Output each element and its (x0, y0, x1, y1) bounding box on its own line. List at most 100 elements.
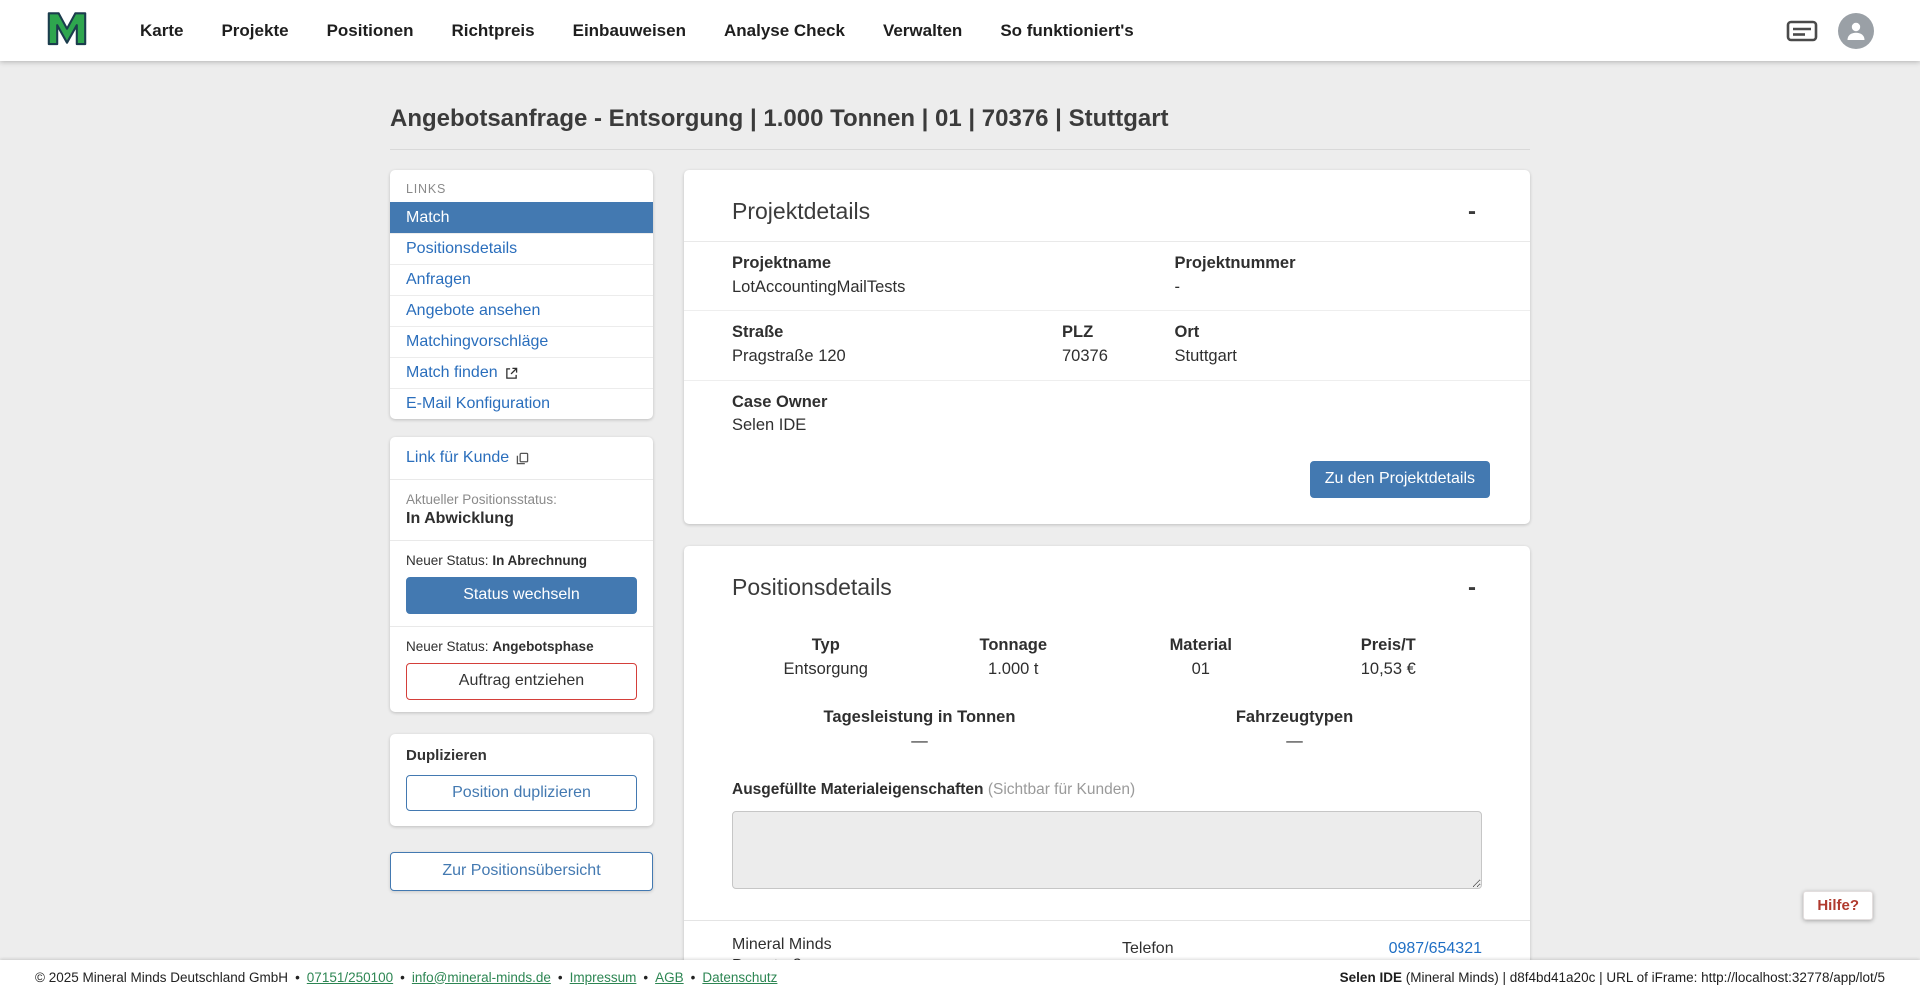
contact-address: Mineral Minds Pragstraße 70376 Stuttgart (732, 935, 1122, 960)
nav-so-funktionierts[interactable]: So funktioniert's (1000, 21, 1133, 41)
main-column: Projektdetails - Projektname LotAccounti… (684, 170, 1530, 960)
project-details-card: Projektdetails - Projektname LotAccounti… (684, 170, 1530, 524)
nav-projekte[interactable]: Projekte (221, 21, 288, 41)
nav-positionen[interactable]: Positionen (327, 21, 414, 41)
contact-rows: Telefon 0987/654321 Handy 0123/456789 eM… (1122, 935, 1482, 960)
material-properties-label-text: Ausgefüllte Materialeigenschaften (732, 781, 984, 798)
tagesleistung-value: — (732, 731, 1107, 752)
position-spec-row-1: Typ Entsorgung Tonnage 1.000 t Material … (684, 627, 1530, 687)
copy-icon (516, 452, 529, 465)
navbar-right (1786, 13, 1874, 49)
plz-label: PLZ (1062, 322, 1175, 343)
current-status-value: In Abwicklung (406, 510, 637, 528)
sidebar-item-anfragen[interactable]: Anfragen (390, 264, 653, 295)
footer-session-info: Selen IDE (Mineral Minds) | d8f4bd41a20c… (1340, 970, 1885, 985)
sidebar-item-positionsdetails[interactable]: Positionsdetails (390, 233, 653, 264)
footer-phone-link[interactable]: 07151/250100 (307, 970, 393, 985)
go-to-project-details-button[interactable]: Zu den Projektdetails (1310, 461, 1490, 498)
external-link-icon (505, 367, 518, 380)
sidebar-item-matchingvorschlaege[interactable]: Matchingvorschläge (390, 326, 653, 357)
typ-label: Typ (732, 635, 920, 656)
sidebar-item-label: Match finden (406, 364, 498, 382)
position-spec-row-2: Tagesleistung in Tonnen — Fahrzeugtypen … (684, 699, 1530, 759)
nav-richtpreis[interactable]: Richtpreis (451, 21, 534, 41)
case-owner-value: Selen IDE (732, 415, 1482, 436)
next-status-value: In Abrechnung (492, 553, 587, 568)
sidebar-item-angebote-ansehen[interactable]: Angebote ansehen (390, 295, 653, 326)
material-label: Material (1107, 635, 1295, 656)
status-card: Link für Kunde Aktueller Positionsstatus… (390, 437, 653, 712)
material-value: 01 (1107, 659, 1295, 680)
material-properties-section: Ausgefüllte Materialeigenschaften (Sicht… (684, 759, 1530, 920)
position-overview-button[interactable]: Zur Positionsübersicht (390, 852, 653, 891)
footer-separator: • (400, 970, 405, 985)
footer-separator: • (558, 970, 563, 985)
contact-company: Mineral Minds (732, 935, 1122, 955)
case-owner-label: Case Owner (732, 392, 1482, 413)
links-card: LINKS Match Positionsdetails Anfragen An… (390, 170, 653, 419)
project-row-case-owner: Case Owner Selen IDE (684, 381, 1530, 449)
fahrzeugtypen-label: Fahrzeugtypen (1107, 707, 1482, 728)
contact-row-telefon: Telefon 0987/654321 (1122, 935, 1482, 960)
typ-value: Entsorgung (732, 659, 920, 680)
projektnummer-value: - (1175, 277, 1483, 298)
help-button[interactable]: Hilfe? (1803, 891, 1873, 920)
nav-einbauweisen[interactable]: Einbauweisen (573, 21, 686, 41)
page-content: Angebotsanfrage - Entsorgung | 1.000 Ton… (0, 61, 1920, 960)
contact-section: Mineral Minds Pragstraße 70376 Stuttgart… (684, 920, 1530, 960)
nav-verwalten[interactable]: Verwalten (883, 21, 962, 41)
ort-value: Stuttgart (1175, 346, 1483, 367)
change-status-button[interactable]: Status wechseln (406, 577, 637, 614)
duplicate-position-button[interactable]: Position duplizieren (406, 775, 637, 812)
projektname-value: LotAccountingMailTests (732, 277, 1175, 298)
ort-label: Ort (1175, 322, 1483, 343)
preis-value: 10,53 € (1295, 659, 1483, 680)
sidebar-item-email-konfiguration[interactable]: E-Mail Konfiguration (390, 388, 653, 419)
next-status-label: Neuer Status: (406, 639, 489, 654)
strasse-value: Pragstraße 120 (732, 346, 1062, 367)
sidebar: LINKS Match Positionsdetails Anfragen An… (390, 170, 653, 891)
main-nav: Karte Projekte Positionen Richtpreis Ein… (140, 21, 1134, 41)
top-navbar: Karte Projekte Positionen Richtpreis Ein… (0, 0, 1920, 61)
footer-user: Selen IDE (1340, 970, 1402, 985)
customer-link[interactable]: Link für Kunde (406, 449, 529, 467)
telefon-label: Telefon (1122, 940, 1174, 958)
footer-separator: • (295, 970, 300, 985)
next-status-value: Angebotsphase (492, 639, 593, 654)
withdraw-order-button[interactable]: Auftrag entziehen (406, 663, 637, 700)
tonnage-label: Tonnage (920, 635, 1108, 656)
next-status-line-1: Neuer Status: In Abrechnung (406, 553, 637, 568)
material-properties-hint: (Sichtbar für Kunden) (988, 781, 1135, 798)
current-status-label: Aktueller Positionsstatus: (406, 492, 637, 507)
user-avatar[interactable] (1838, 13, 1874, 49)
projektnummer-label: Projektnummer (1175, 253, 1483, 274)
collapse-position-details-button[interactable]: - (1462, 574, 1482, 601)
sidebar-item-match[interactable]: Match (390, 202, 653, 233)
collapse-project-details-button[interactable]: - (1462, 198, 1482, 225)
project-row-address: Straße Pragstraße 120 PLZ 70376 Ort Stut… (684, 311, 1530, 380)
project-details-title: Projektdetails (732, 198, 870, 225)
telefon-link[interactable]: 0987/654321 (1389, 940, 1482, 958)
preis-label: Preis/T (1295, 635, 1483, 656)
nav-analyse-check[interactable]: Analyse Check (724, 21, 845, 41)
page-title: Angebotsanfrage - Entsorgung | 1.000 Ton… (390, 105, 1530, 150)
footer-email-link[interactable]: info@mineral-minds.de (412, 970, 551, 985)
footer-impressum-link[interactable]: Impressum (570, 970, 637, 985)
logo-m-icon (46, 8, 88, 53)
sidebar-item-match-finden[interactable]: Match finden (390, 357, 653, 388)
footer-bar: © 2025 Mineral Minds Deutschland GmbH • … (0, 960, 1920, 994)
customer-link-label: Link für Kunde (406, 449, 509, 467)
footer-user-suffix: (Mineral Minds) | d8f4bd41a20c | URL of … (1406, 970, 1885, 985)
nav-karte[interactable]: Karte (140, 21, 183, 41)
mineral-minds-logo[interactable] (46, 8, 88, 53)
server-icon[interactable] (1786, 18, 1818, 44)
projektname-label: Projektname (732, 253, 1175, 274)
material-properties-textarea[interactable] (732, 811, 1482, 889)
project-row-name-number: Projektname LotAccountingMailTests Proje… (684, 242, 1530, 311)
next-status-label: Neuer Status: (406, 553, 489, 568)
footer-datenschutz-link[interactable]: Datenschutz (702, 970, 777, 985)
footer-separator: • (691, 970, 696, 985)
links-header: LINKS (390, 170, 653, 202)
position-details-title: Positionsdetails (732, 574, 892, 601)
footer-agb-link[interactable]: AGB (655, 970, 684, 985)
